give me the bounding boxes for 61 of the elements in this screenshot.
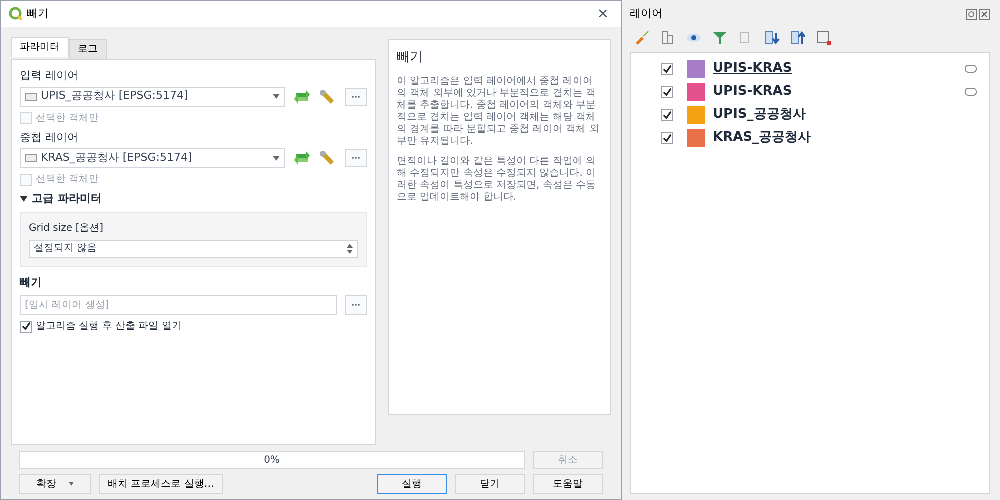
polygon-layer-icon [25, 92, 37, 100]
field-label: 입력 레이어 [20, 68, 80, 84]
grid-size-spinbox[interactable]: 설정되지 않음 [29, 240, 358, 258]
batch-button[interactable]: 배치 프로세스로 실행… [99, 474, 224, 494]
options-button[interactable] [345, 149, 367, 167]
cycle-icon[interactable] [293, 88, 311, 104]
tab[interactable]: 파라미터 [11, 37, 69, 57]
brush-icon[interactable] [634, 30, 650, 46]
remove-layer-icon[interactable] [816, 30, 832, 46]
dots-icon [351, 94, 361, 98]
options-button[interactable] [345, 295, 367, 315]
checkbox-label: 알고리즘 실행 후 산출 파일 열기 [36, 320, 182, 334]
cycle-icon[interactable] [293, 150, 311, 166]
progress-label: 0% [264, 454, 280, 468]
checkbox[interactable] [661, 132, 673, 144]
caret-icon [68, 482, 74, 486]
output-field[interactable]: [임시 레이어 생성] [20, 295, 337, 315]
caret-icon [273, 156, 280, 160]
float-icon[interactable] [966, 8, 977, 20]
window-title: 빼기 [27, 6, 50, 22]
layers-icon[interactable] [660, 30, 676, 46]
checkbox[interactable] [661, 63, 673, 75]
dots-icon [351, 156, 361, 160]
dialog-button[interactable]: 닫기 [455, 474, 525, 494]
layer-combo[interactable]: KRAS_공공청사 [EPSG:5174] [20, 148, 285, 168]
field-label: 빼기 [20, 274, 43, 290]
layer-name[interactable]: UPIS-KRAS [713, 82, 957, 102]
expand-arrow-icon [20, 195, 28, 204]
caret-icon [273, 94, 280, 99]
help-title: 빼기 [397, 49, 424, 67]
close-icon[interactable] [979, 8, 990, 20]
checkbox-label: 선택한 객체만 [36, 173, 100, 187]
wrench-icon[interactable] [319, 150, 337, 166]
checkbox[interactable] [661, 109, 673, 121]
field-label: 중첩 레이어 [20, 130, 80, 146]
layer-name[interactable]: KRAS_공공청사 [713, 128, 977, 148]
advanced-toggle[interactable]: 고급 파라미터 [20, 191, 367, 208]
layer-name[interactable]: UPIS_공공청사 [713, 105, 977, 125]
polygon-layer-icon [25, 154, 37, 162]
dialog-button[interactable]: 실행 [377, 474, 447, 494]
field-label: Grid size [옵션] [29, 222, 105, 236]
checkbox-label: 선택한 객체만 [36, 112, 100, 126]
checkbox[interactable] [20, 320, 32, 332]
filter-icon[interactable] [712, 30, 728, 46]
dots-icon [351, 303, 361, 307]
spinner-icon [347, 244, 353, 254]
panel-title: 레이어 [630, 6, 664, 22]
layer-name[interactable]: UPIS-KRAS [713, 59, 957, 79]
close-button[interactable]: × [593, 4, 613, 24]
app-logo-icon [9, 7, 23, 21]
layer-combo[interactable]: UPIS_공공청사 [EPSG:5174] [20, 86, 285, 106]
help-paragraph: 이 알고리즘은 입력 레이어에서 중첩 레이어의 객체 외부에 있거나 부분적으로 겹치는 객체를 추출합니다. 중첩 레이어의 객체와 부분적으로 겹치는 입력 레이어 객체는 해당 객체의 경계를 따라 분할되고 중첩 레이어 객체 외부만 유지됩니다. [397, 76, 600, 148]
checkbox[interactable] [661, 86, 673, 98]
collapse-all-icon[interactable] [790, 30, 806, 46]
tab[interactable]: 로그 [69, 39, 107, 59]
advanced-button[interactable]: 확장 [19, 474, 91, 494]
options-button[interactable] [345, 88, 367, 106]
expand-all-icon[interactable] [764, 30, 780, 46]
help-paragraph: 면적이나 길이와 같은 특성이 다른 작업에 의해 수정되지만 속성은 수정되지 않습니다. 이러한 속성이 특성으로 저장되면, 속성은 수동으로 업데이트해야 합니다. [397, 156, 598, 204]
dialog-button[interactable]: 도움말 [533, 474, 603, 494]
wrench-icon[interactable] [319, 88, 337, 104]
